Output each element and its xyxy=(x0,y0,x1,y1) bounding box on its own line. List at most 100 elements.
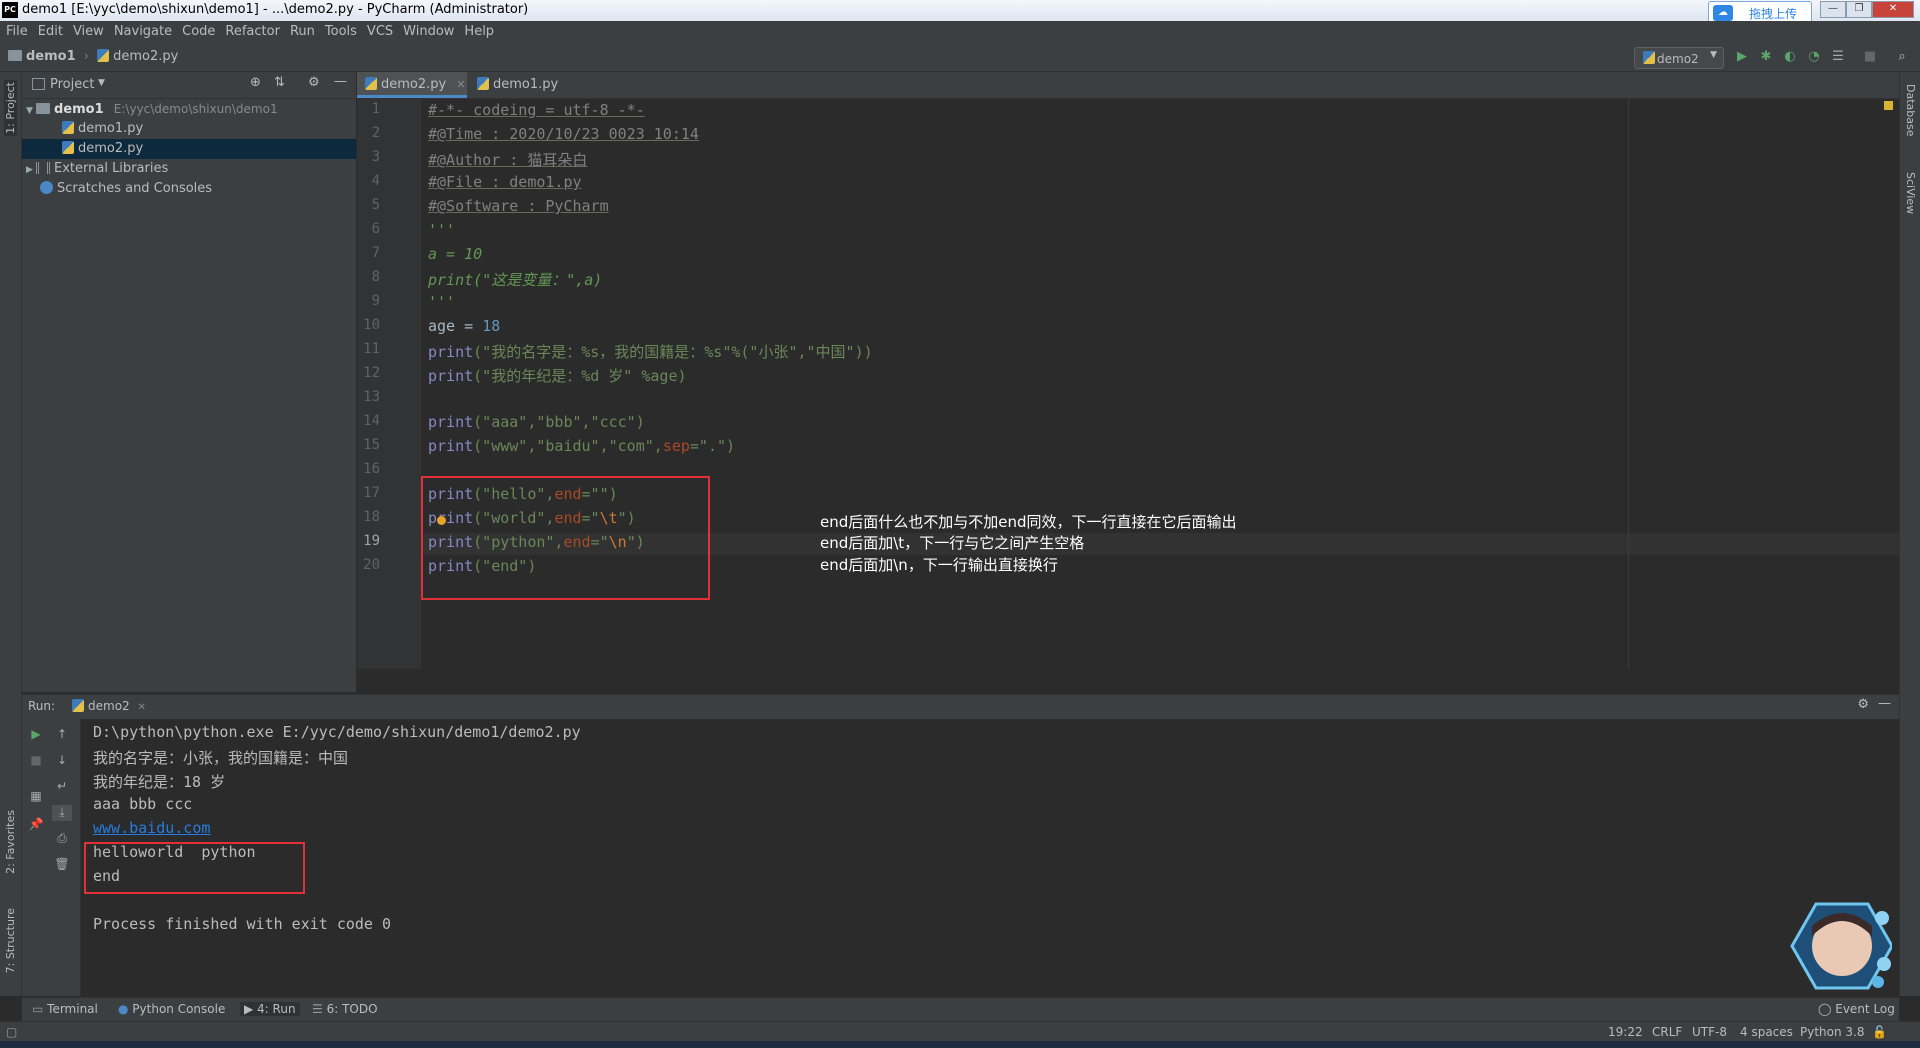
soft-wrap-icon[interactable]: ↵ xyxy=(52,779,72,795)
pin-icon[interactable]: 📌 xyxy=(26,817,46,833)
status-bar: ▢ 19:22 CRLF UTF-8 4 spaces Python 3.8 🔓 xyxy=(0,1021,1920,1042)
python-interpreter[interactable]: Python 3.8 xyxy=(1800,1025,1865,1039)
menu-run[interactable]: Run xyxy=(290,24,315,39)
line-separator[interactable]: CRLF xyxy=(1652,1025,1682,1039)
concurrency-icon[interactable]: ☰ xyxy=(1830,49,1846,65)
menu-tools[interactable]: Tools xyxy=(325,24,357,39)
gear-icon[interactable]: ⚙ xyxy=(308,75,320,90)
menu-refactor[interactable]: Refactor xyxy=(225,24,280,39)
menu-edit[interactable]: Edit xyxy=(38,24,63,39)
print-icon[interactable]: ⎙ xyxy=(52,831,72,847)
python-file-icon xyxy=(1643,51,1655,64)
debug-icon[interactable]: ✱ xyxy=(1758,49,1774,65)
line-number: 11 xyxy=(363,341,380,357)
breadcrumb-file[interactable]: demo2.py xyxy=(113,49,178,64)
console-line: aaa bbb ccc xyxy=(93,795,193,813)
tree-item-label: Scratches and Consoles xyxy=(57,181,213,196)
profile-icon[interactable]: ◔ xyxy=(1806,49,1822,65)
minimize-button[interactable]: — xyxy=(1820,1,1846,18)
trash-icon[interactable]: 🗑 xyxy=(52,857,72,873)
coverage-icon[interactable]: ◐ xyxy=(1782,49,1798,65)
line-number: 15 xyxy=(363,437,380,453)
tree-item-demo2-py[interactable]: demo2.py xyxy=(22,139,356,159)
menu-vcs[interactable]: VCS xyxy=(367,24,393,39)
run-panel-header: Run: demo2 ✕ ⚙ — xyxy=(22,694,1899,720)
stop-icon[interactable]: ■ xyxy=(26,753,46,769)
tab-todo[interactable]: ☰ 6: TODO xyxy=(312,1002,378,1016)
lock-icon[interactable]: 🔓 xyxy=(1872,1025,1887,1039)
collapse-all-icon[interactable]: ⇅ xyxy=(274,75,285,90)
event-log-label: Event Log xyxy=(1835,1002,1895,1016)
menu-help[interactable]: Help xyxy=(464,24,494,39)
scroll-to-end-icon[interactable]: ⤓ xyxy=(52,805,72,821)
run-tab-demo2[interactable]: demo2 ✕ xyxy=(72,699,146,713)
locate-icon[interactable]: ⊕ xyxy=(250,75,261,90)
bottom-tool-tabs: ▭ Terminal ● Python Console ▶ 4: Run ☰ 6… xyxy=(22,997,1899,1022)
analysis-status-icon xyxy=(1884,101,1893,110)
event-log-button[interactable]: ◯ Event Log xyxy=(1818,1002,1895,1016)
chevron-down-icon[interactable]: ▼ xyxy=(98,78,105,88)
sciview-tool-tab[interactable]: SciView xyxy=(1904,172,1917,214)
run-console[interactable] xyxy=(81,719,1899,996)
structure-tool-tab[interactable]: 7: Structure xyxy=(4,908,17,973)
maximize-button[interactable]: ❐ xyxy=(1846,1,1872,18)
console-link[interactable]: www.baidu.com xyxy=(93,819,210,837)
rerun-icon[interactable]: ▶ xyxy=(26,727,46,743)
caret-position[interactable]: 19:22 xyxy=(1608,1025,1643,1039)
run-config-label: demo2 xyxy=(1657,52,1699,66)
search-icon[interactable]: ⌕ xyxy=(1894,49,1910,65)
hide-panel-icon[interactable]: — xyxy=(334,74,347,89)
indent-setting[interactable]: 4 spaces xyxy=(1740,1025,1793,1039)
tree-root-demo1[interactable]: ▼ demo1 E:\yyc\demo\shixun\demo1 xyxy=(22,99,356,119)
code-token: =".") xyxy=(689,437,736,455)
tab-run[interactable]: ▶ 4: Run xyxy=(240,1002,300,1016)
close-button[interactable]: ✕ xyxy=(1872,1,1914,18)
favorites-tool-tab[interactable]: 2: Favorites xyxy=(4,810,17,874)
project-panel: Project ▼ ⊕ ⇅ ⚙ — ▼ demo1 E:\yyc\demo\shi… xyxy=(22,72,356,692)
hide-tool-windows-icon[interactable]: ▢ xyxy=(6,1025,17,1039)
stop-icon[interactable]: ■ xyxy=(1862,49,1878,65)
code-token: ("我的年纪是：%d 岁" %age) xyxy=(473,367,687,385)
breadcrumb: demo1 › demo2.py xyxy=(8,49,178,64)
tab-terminal[interactable]: ▭ Terminal xyxy=(32,1002,98,1016)
gear-icon[interactable]: ⚙ xyxy=(1857,697,1869,712)
line-number: 12 xyxy=(363,365,380,381)
tab-label: demo1.py xyxy=(493,77,559,92)
file-encoding[interactable]: UTF-8 xyxy=(1692,1025,1727,1039)
avatar-widget[interactable] xyxy=(1772,900,1894,992)
tab-demo1-py[interactable]: demo1.py xyxy=(469,72,575,98)
python-file-icon xyxy=(62,121,74,134)
menu-view[interactable]: View xyxy=(73,24,104,39)
database-tool-tab[interactable]: Database xyxy=(1904,84,1917,137)
console-line: Process finished with exit code 0 xyxy=(93,915,392,933)
menu-file[interactable]: File xyxy=(6,24,28,39)
project-panel-title[interactable]: Project xyxy=(50,77,94,92)
tree-item-external-libraries[interactable]: ▶ External Libraries xyxy=(22,159,356,179)
tree-item-scratches[interactable]: Scratches and Consoles xyxy=(22,179,356,199)
menu-navigate[interactable]: Navigate xyxy=(114,24,172,39)
tree-item-demo1-py[interactable]: demo1.py xyxy=(22,119,356,139)
project-tool-tab[interactable]: 1: Project xyxy=(4,80,17,136)
menu-window[interactable]: Window xyxy=(403,24,454,39)
breadcrumb-project[interactable]: demo1 xyxy=(26,49,76,64)
line-number: 18 xyxy=(363,509,380,525)
run-panel-label: Run: xyxy=(28,699,56,713)
tab-python-console[interactable]: ● Python Console xyxy=(118,1002,225,1016)
terminal-icon: ▭ xyxy=(32,1002,48,1016)
down-arrow-icon[interactable]: ↓ xyxy=(52,753,72,769)
line-number: 10 xyxy=(363,317,380,333)
line-number: 19 xyxy=(363,533,380,549)
run-icon[interactable]: ▶ xyxy=(1734,49,1750,65)
layout-icon[interactable]: ▦ xyxy=(26,789,46,805)
hide-panel-icon[interactable]: — xyxy=(1878,696,1891,711)
run-config-select[interactable]: demo2 ▼ xyxy=(1634,47,1724,69)
close-tab-icon[interactable]: ✕ xyxy=(456,78,465,91)
tab-demo2-py[interactable]: demo2.py ✕ xyxy=(357,72,467,98)
close-tab-icon[interactable]: ✕ xyxy=(138,702,146,713)
menu-code[interactable]: Code xyxy=(182,24,215,39)
code-token: print xyxy=(428,413,474,431)
up-arrow-icon[interactable]: ↑ xyxy=(52,727,72,743)
project-view-icon xyxy=(32,78,45,90)
line-number: 4 xyxy=(371,173,380,189)
pycharm-logo-icon: PC xyxy=(2,2,18,18)
